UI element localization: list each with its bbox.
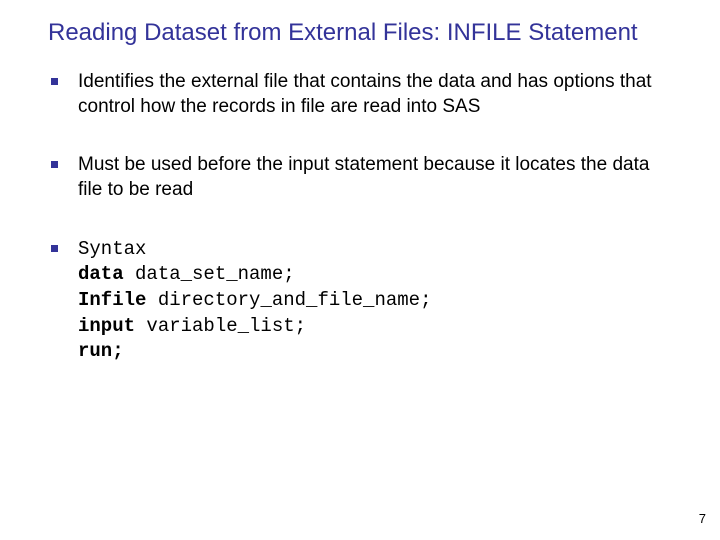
list-item: Identifies the external file that contai…	[48, 70, 672, 119]
arg-data: data_set_name;	[124, 263, 295, 285]
list-item: Must be used before the input statement …	[48, 153, 672, 202]
list-item: Syntax data data_set_name; Infile direct…	[48, 237, 672, 365]
keyword-infile: Infile	[78, 289, 146, 311]
page-number: 7	[699, 511, 706, 526]
slide-title: Reading Dataset from External Files: INF…	[48, 18, 672, 48]
syntax-label: Syntax	[78, 237, 672, 263]
slide: Reading Dataset from External Files: INF…	[0, 0, 720, 540]
keyword-data: data	[78, 263, 124, 285]
bullet-text: Must be used before the input statement …	[78, 154, 649, 200]
syntax-line: data data_set_name;	[78, 262, 672, 288]
bullet-list: Identifies the external file that contai…	[48, 70, 672, 365]
syntax-line: run;	[78, 339, 672, 365]
syntax-line: input variable_list;	[78, 314, 672, 340]
arg-input: variable_list;	[135, 315, 306, 337]
syntax-block: Syntax data data_set_name; Infile direct…	[78, 237, 672, 365]
arg-infile: directory_and_file_name;	[146, 289, 431, 311]
keyword-run: run;	[78, 340, 124, 362]
keyword-input: input	[78, 315, 135, 337]
syntax-line: Infile directory_and_file_name;	[78, 288, 672, 314]
bullet-text: Identifies the external file that contai…	[78, 71, 652, 117]
